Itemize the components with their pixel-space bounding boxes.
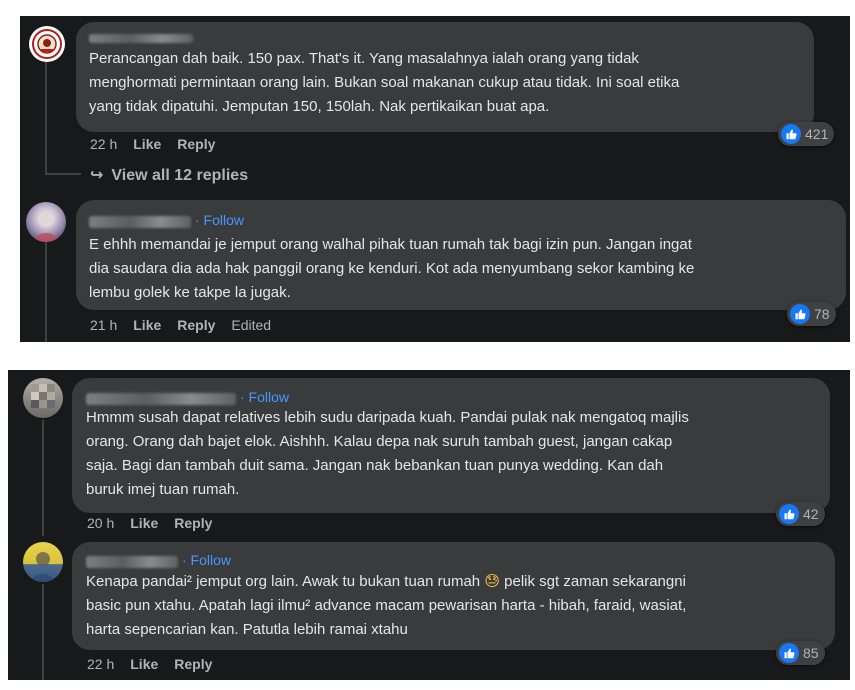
comment-time[interactable]: 22 h bbox=[87, 656, 114, 672]
profile-photo-icon bbox=[31, 384, 55, 408]
reaction-count[interactable]: 85 bbox=[776, 641, 825, 665]
like-button[interactable]: Like bbox=[130, 515, 158, 531]
reaction-count-value: 42 bbox=[803, 506, 819, 522]
commenter-name[interactable]: · Follow bbox=[86, 552, 231, 569]
reply-arrow-icon: ↪ bbox=[90, 167, 104, 184]
like-button[interactable]: Like bbox=[133, 317, 161, 333]
reaction-count[interactable]: 78 bbox=[787, 302, 836, 326]
thread-connector bbox=[45, 173, 81, 175]
thumbs-up-icon bbox=[779, 504, 799, 524]
view-replies-label: View all 12 replies bbox=[111, 167, 249, 184]
commenter-name[interactable]: · Follow bbox=[86, 389, 289, 406]
follow-button[interactable]: · Follow bbox=[182, 552, 231, 568]
avatar[interactable] bbox=[26, 202, 66, 242]
view-all-replies-link[interactable]: ↪ View all 12 replies bbox=[90, 165, 248, 185]
comment-text: Perancangan dah baik. 150 pax. That's it… bbox=[89, 50, 680, 115]
reaction-count[interactable]: 421 bbox=[778, 122, 835, 146]
avatar[interactable] bbox=[23, 378, 63, 418]
emoji-icon: 😓 bbox=[484, 572, 500, 590]
logo-avatar-icon bbox=[32, 29, 62, 59]
reply-button[interactable]: Reply bbox=[174, 656, 212, 672]
thumbs-up-icon bbox=[779, 643, 799, 663]
comment-actions: 22 h Like Reply bbox=[87, 655, 228, 673]
comment-bubble: Perancangan dah baik. 150 pax. That's it… bbox=[76, 22, 814, 132]
comment-bubble: · Follow E ehhh memandai je jemput orang… bbox=[76, 200, 846, 310]
comment-actions: 21 h Like Reply Edited bbox=[90, 316, 287, 334]
thumbs-up-icon bbox=[781, 124, 801, 144]
like-button[interactable]: Like bbox=[133, 136, 161, 152]
edited-label: Edited bbox=[231, 317, 272, 333]
reply-button[interactable]: Reply bbox=[174, 515, 212, 531]
comments-panel-bottom: · Follow Hmmm susah dapat relatives lebi… bbox=[8, 370, 850, 680]
reaction-count-value: 78 bbox=[814, 306, 830, 322]
thread-line bbox=[42, 584, 44, 680]
thread-line bbox=[45, 240, 47, 342]
follow-button[interactable]: · Follow bbox=[195, 212, 244, 228]
comment-actions: 20 h Like Reply bbox=[87, 514, 228, 532]
comment-bubble: · Follow Kenapa pandai² jemput org lain.… bbox=[72, 542, 835, 650]
comment-bubble: · Follow Hmmm susah dapat relatives lebi… bbox=[72, 378, 830, 513]
reaction-count-value: 421 bbox=[805, 126, 829, 142]
commenter-name[interactable] bbox=[89, 30, 193, 46]
follow-button[interactable]: · Follow bbox=[240, 389, 289, 405]
comment-time[interactable]: 21 h bbox=[90, 317, 117, 333]
comment-text-part: Kenapa pandai² jemput org lain. Awak tu … bbox=[86, 573, 485, 590]
reply-button[interactable]: Reply bbox=[177, 317, 215, 333]
profile-photo-icon bbox=[29, 552, 57, 582]
comment-text: E ehhh memandai je jemput orang walhal p… bbox=[89, 236, 695, 301]
like-button[interactable]: Like bbox=[130, 656, 158, 672]
avatar[interactable] bbox=[23, 542, 63, 582]
thread-line bbox=[45, 62, 47, 174]
thumbs-up-icon bbox=[790, 304, 810, 324]
commenter-name[interactable]: · Follow bbox=[89, 212, 244, 229]
comment-time[interactable]: 20 h bbox=[87, 515, 114, 531]
profile-photo-icon bbox=[26, 202, 66, 242]
avatar[interactable] bbox=[29, 26, 65, 62]
comments-panel-top: Perancangan dah baik. 150 pax. That's it… bbox=[20, 16, 850, 342]
comment-text: Hmmm susah dapat relatives lebih sudu da… bbox=[86, 409, 689, 498]
reply-button[interactable]: Reply bbox=[177, 136, 215, 152]
comment-time[interactable]: 22 h bbox=[90, 136, 117, 152]
comment-actions: 22 h Like Reply bbox=[90, 135, 231, 153]
reaction-count[interactable]: 42 bbox=[776, 502, 825, 526]
reaction-count-value: 85 bbox=[803, 645, 819, 661]
comment-text: Kenapa pandai² jemput org lain. Awak tu … bbox=[86, 569, 686, 642]
thread-line bbox=[42, 420, 44, 536]
